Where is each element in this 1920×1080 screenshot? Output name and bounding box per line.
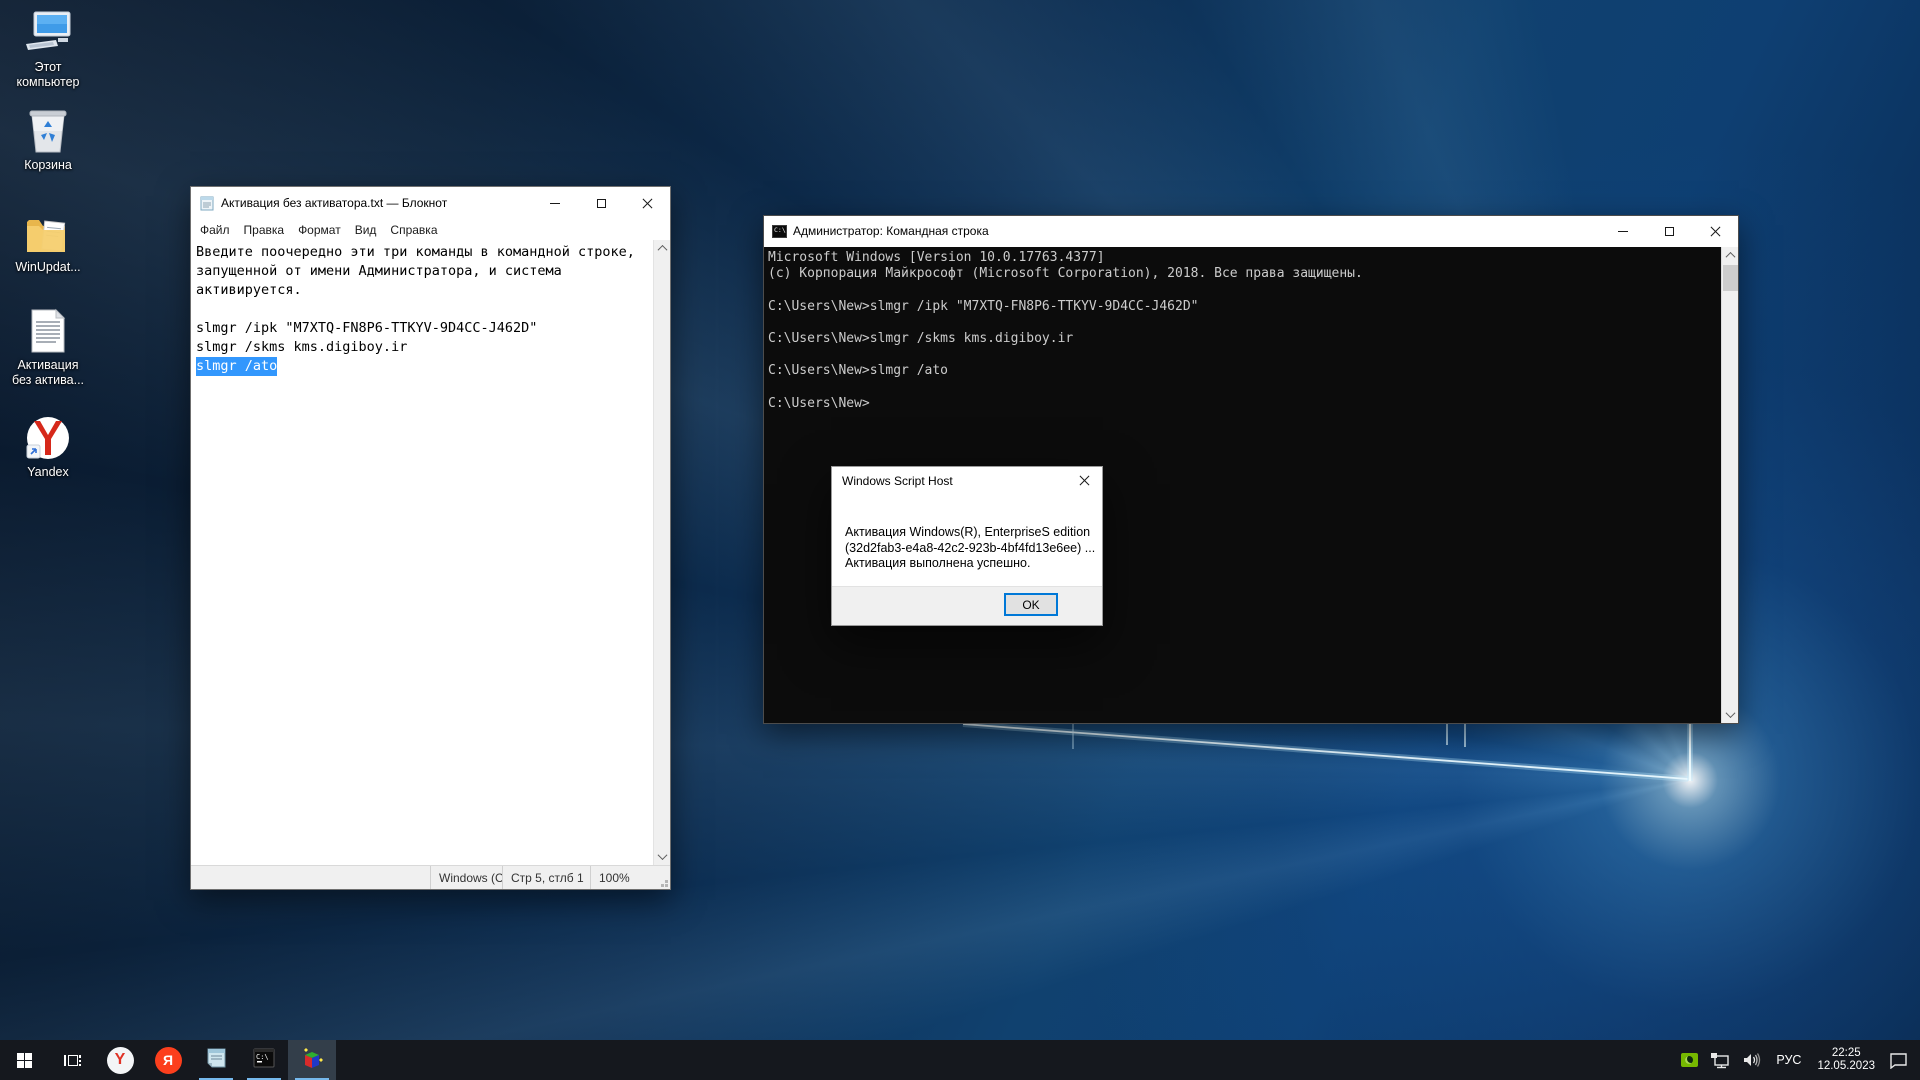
notepad-text: Введите поочередно эти три команды в ком… (191, 240, 670, 357)
wsh-titlebar[interactable]: Windows Script Host (832, 467, 1102, 494)
task-view-icon (64, 1053, 81, 1068)
status-zoom-level: 100% (590, 866, 670, 889)
menu-help[interactable]: Справка (383, 221, 444, 239)
maximize-icon (1665, 227, 1674, 236)
maximize-icon (597, 199, 606, 208)
scroll-down-icon[interactable] (1722, 706, 1738, 723)
desktop-icon-activation-txt[interactable]: Активация без актива... (0, 306, 96, 388)
task-view-button[interactable] (48, 1040, 96, 1080)
cmd-console-text: Microsoft Windows [Version 10.0.17763.43… (764, 247, 1738, 412)
taskbar-clock[interactable]: 22:25 12.05.2023 (1809, 1040, 1883, 1080)
action-center-icon (1889, 1052, 1908, 1069)
notepad-selected-text: slmgr /ato (196, 357, 277, 376)
start-button[interactable] (0, 1040, 48, 1080)
menu-file[interactable]: Файл (193, 221, 237, 239)
close-icon (1079, 475, 1090, 486)
network-icon (1710, 1052, 1730, 1069)
language-indicator[interactable]: РУС (1768, 1040, 1809, 1080)
menu-view[interactable]: Вид (348, 221, 384, 239)
wsh-footer: OK (832, 586, 1102, 625)
cmd-icon: C:\ (252, 1046, 276, 1075)
notepad-maximize-button[interactable] (578, 187, 624, 219)
notepad-window: Активация без активатора.txt — Блокнот Ф… (190, 186, 671, 890)
nvidia-tray-button[interactable] (1675, 1040, 1704, 1080)
desktop-icon-recycle-bin[interactable]: Корзина (0, 106, 96, 173)
desktop-icon-label: Активация без актива... (12, 358, 84, 388)
minimize-icon (1618, 231, 1628, 232)
desktop-icon-label: Корзина (24, 158, 72, 173)
cmd-vertical-scrollbar[interactable] (1721, 247, 1738, 723)
taskbar-yandex-browser-button[interactable]: Y (96, 1040, 144, 1080)
this-pc-icon (22, 8, 74, 56)
taskbar-yandex-button[interactable]: Я (144, 1040, 192, 1080)
cmd-maximize-button[interactable] (1646, 216, 1692, 246)
status-encoding: Windows (CI (430, 866, 502, 889)
scroll-up-icon[interactable] (1722, 247, 1738, 264)
cmd-titlebar[interactable]: C:\ Администратор: Командная строка (764, 216, 1738, 246)
desktop-icon-label: Yandex (27, 465, 68, 480)
notepad-app-icon (199, 195, 215, 211)
ok-button[interactable]: OK (1005, 594, 1057, 615)
notepad-title: Активация без активатора.txt — Блокнот (221, 196, 532, 210)
volume-tray-button[interactable] (1736, 1040, 1768, 1080)
close-icon (642, 198, 653, 209)
wsh-title: Windows Script Host (832, 474, 1066, 488)
notepad-vertical-scrollbar[interactable] (653, 240, 670, 865)
volume-icon (1742, 1052, 1762, 1068)
clock-time: 22:25 (1817, 1047, 1875, 1060)
action-center-button[interactable] (1883, 1040, 1920, 1080)
taskbar-cmd-button[interactable]: C:\ (240, 1040, 288, 1080)
notepad-icon (204, 1046, 228, 1075)
menu-edit[interactable]: Правка (237, 221, 292, 239)
notepad-text-area[interactable]: Введите поочередно эти три команды в ком… (191, 240, 670, 865)
notepad-titlebar[interactable]: Активация без активатора.txt — Блокнот (191, 187, 670, 219)
minimize-icon (550, 203, 560, 204)
recycle-bin-icon (26, 106, 70, 154)
menu-format[interactable]: Формат (291, 221, 348, 239)
clock-date: 12.05.2023 (1817, 1060, 1875, 1073)
taskbar-activator-button[interactable] (288, 1040, 336, 1080)
yandex-browser-icon: Y (107, 1047, 134, 1074)
notepad-close-button[interactable] (624, 187, 670, 219)
scroll-up-icon[interactable] (654, 240, 670, 257)
notepad-minimize-button[interactable] (532, 187, 578, 219)
windows-logo-icon (17, 1053, 32, 1068)
scrollbar-thumb[interactable] (1723, 265, 1738, 291)
activator-cube-icon (299, 1045, 325, 1076)
wsh-close-button[interactable] (1066, 467, 1102, 494)
desktop-icon-label: WinUpdat... (15, 260, 80, 275)
yandex-icon: Я (155, 1047, 182, 1074)
desktop-icon-yandex[interactable]: Yandex (0, 413, 96, 480)
close-icon (1710, 226, 1721, 237)
wsh-message: Активация Windows(R), EnterpriseS editio… (845, 525, 1095, 572)
desktop-icon-label: Этот компьютер (16, 60, 79, 90)
status-cursor-position: Стр 5, стлб 1 (502, 866, 590, 889)
cmd-app-icon: C:\ (772, 225, 787, 238)
svg-text:C:\: C:\ (256, 1053, 269, 1061)
desktop-icon-winupdate-folder[interactable]: WinUpdat... (0, 208, 96, 275)
notepad-statusbar: Windows (CI Стр 5, стлб 1 100% (191, 865, 670, 889)
cmd-minimize-button[interactable] (1600, 216, 1646, 246)
text-file-icon (30, 306, 66, 354)
resize-grip[interactable] (665, 884, 668, 887)
desktop-icon-this-pc[interactable]: Этот компьютер (0, 8, 96, 90)
network-tray-button[interactable] (1704, 1040, 1736, 1080)
nvidia-icon (1681, 1053, 1698, 1067)
system-tray: РУС 22:25 12.05.2023 (1675, 1040, 1920, 1080)
cmd-close-button[interactable] (1692, 216, 1738, 246)
scroll-down-icon[interactable] (654, 848, 670, 865)
taskbar: Y Я C:\ (0, 1040, 1920, 1080)
yandex-browser-icon (25, 413, 71, 461)
cmd-title: Администратор: Командная строка (793, 224, 1600, 238)
taskbar-notepad-button[interactable] (192, 1040, 240, 1080)
wsh-dialog: Windows Script Host Активация Windows(R)… (831, 466, 1103, 626)
notepad-menubar: Файл Правка Формат Вид Справка (191, 219, 670, 240)
folder-icon (25, 208, 71, 256)
